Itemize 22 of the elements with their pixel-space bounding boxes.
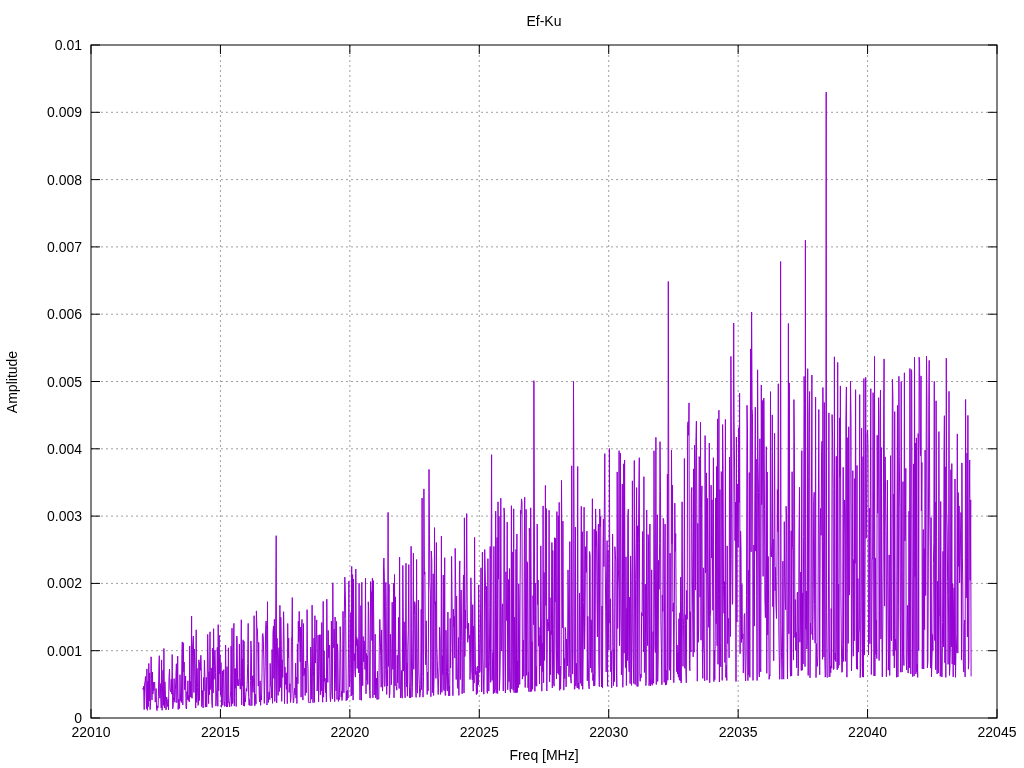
x-tick-label: 22035 [718,724,758,740]
y-tick-label: 0 [74,710,82,726]
y-tick-label: 0.008 [46,171,82,188]
x-tick-label: 22040 [848,724,888,740]
x-tick-label: 22045 [977,724,1017,740]
x-tick-label: 22010 [71,724,111,740]
y-tick-label: 0.005 [46,373,82,390]
y-tick-label: 0.002 [46,575,82,592]
x-axis-label: Freq [MHz] [509,747,579,763]
y-tick-label: 0.006 [46,306,82,323]
chart-title: Ef-Ku [526,13,562,29]
y-tick-label: 0.009 [46,104,82,121]
x-tick-label: 22015 [200,724,240,740]
y-tick-label: 0.01 [54,37,82,53]
y-axis-label: Amplitude [4,350,20,414]
x-tick-label: 22030 [589,724,629,740]
y-tick-label: 0.007 [46,238,82,255]
y-tick-label: 0.001 [46,642,82,659]
x-tick-label: 22025 [459,724,499,740]
y-tick-label: 0.003 [46,508,82,525]
x-tick-label: 22020 [330,724,370,740]
y-tick-label: 0.004 [46,440,82,457]
